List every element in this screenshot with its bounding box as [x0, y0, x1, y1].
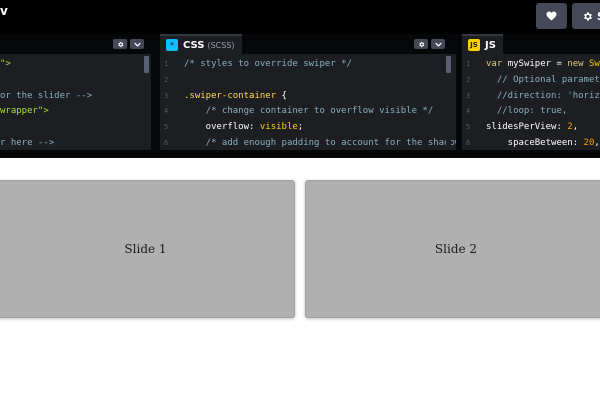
code-line: .swiper-container { — [184, 89, 456, 105]
code-line: spaceBetween: 20, — [486, 136, 600, 150]
code-token: or the slider --> — [0, 90, 93, 101]
code-line: /* change container to overflow visible … — [184, 104, 456, 120]
css-tab-label: CSS — [183, 39, 205, 51]
line-number: 2 — [164, 75, 169, 84]
tab-js[interactable]: JS JS — [462, 34, 503, 54]
code-line: overflow: visible; — [184, 120, 456, 136]
tab-css[interactable]: * CSS (SCSS) — [160, 34, 242, 54]
html-settings-button[interactable] — [113, 39, 127, 49]
code-token: overflow: — [184, 122, 260, 133]
js-editor[interactable]: JS JS 1234567 var mySwiper = new Swiper … — [462, 34, 600, 150]
code-token: spaceBetween: — [486, 137, 584, 148]
code-token: .swiper-container — [184, 90, 277, 101]
code-line: /* add enough padding to account for the… — [184, 136, 456, 150]
html-scrollbar[interactable] — [144, 56, 149, 148]
code-token: visible — [259, 122, 298, 133]
code-token: //direction: 'horizontal — [496, 90, 600, 101]
line-number: 2 — [466, 75, 471, 84]
css-collapse-button[interactable] — [431, 39, 445, 49]
code-token: Swiper — [588, 59, 600, 69]
top-bar: v S — [0, 0, 600, 34]
css-editor[interactable]: * CSS (SCSS) 1234567 /* styles to overri… — [160, 34, 456, 150]
line-number: 4 — [164, 107, 169, 116]
html-collapse-button[interactable] — [130, 39, 144, 49]
code-token: , — [594, 137, 600, 148]
html-scrollbar-thumb[interactable] — [144, 56, 149, 73]
page-title: v — [0, 4, 8, 18]
slide-2-label: Slide 2 — [434, 242, 478, 256]
slide-2[interactable]: Slide 2 — [305, 180, 600, 318]
css-scrollbar-thumb[interactable] — [446, 56, 451, 73]
code-token: /* styles to override swiper */ — [184, 59, 352, 69]
heart-icon — [546, 11, 557, 21]
code-token: { — [276, 90, 287, 101]
code-line: var mySwiper = new Swiper — [486, 57, 600, 73]
code-line: "> — [0, 57, 92, 73]
code-token: /* change container to overflow visible … — [184, 106, 434, 117]
css-badge-icon: * — [166, 39, 178, 51]
line-number: 5 — [164, 123, 169, 132]
slide-1-label: Slide 1 — [124, 242, 167, 256]
js-code-lines: var mySwiper = new Swiper // Optional pa… — [486, 57, 600, 150]
code-token: ; — [297, 122, 304, 133]
gear-icon — [117, 41, 123, 47]
code-line: or the slider --> — [0, 89, 92, 105]
gear-icon — [418, 41, 424, 47]
settings-button[interactable]: S — [572, 3, 600, 29]
code-token: new — [567, 59, 589, 69]
js-editor-header: JS JS — [462, 34, 600, 54]
code-line: //loop: true, — [486, 104, 600, 120]
slide-1[interactable]: Slide 1 — [0, 180, 295, 318]
like-button[interactable] — [536, 3, 567, 29]
code-token: var — [486, 59, 508, 69]
code-line: r here --> — [0, 136, 92, 150]
code-line: /* styles to override swiper */ — [184, 57, 456, 73]
code-line: slidesPerView: 2, — [486, 120, 600, 136]
line-number: 6 — [466, 138, 471, 147]
code-token: wrapper"> — [0, 106, 49, 117]
code-token: r here --> — [0, 137, 55, 148]
line-number: 3 — [466, 91, 471, 100]
slider-preview: Slide 1 Slide 2 — [0, 158, 600, 400]
js-badge-icon: JS — [468, 39, 480, 51]
code-token: //loop: true, — [486, 106, 568, 117]
css-code-lines: /* styles to override swiper */ .swiper-c… — [184, 57, 456, 150]
css-code-area[interactable]: 1234567 /* styles to override swiper */.… — [160, 54, 456, 150]
line-number: 1 — [164, 60, 169, 68]
chevron-down-icon — [434, 42, 442, 47]
code-token: // Optional parameters — [496, 74, 600, 85]
html-editor[interactable]: ">or the slider -->wrapper">r here -->r-… — [0, 34, 151, 150]
code-line: wrapper"> — [0, 104, 92, 120]
line-number: 1 — [466, 60, 471, 68]
css-scrollbar[interactable] — [446, 56, 451, 148]
line-number: 5 — [466, 123, 471, 132]
css-line-numbers: 1234567 — [164, 57, 184, 150]
code-token: 20 — [583, 137, 595, 148]
chevron-down-icon — [133, 42, 141, 47]
html-code-lines: ">or the slider -->wrapper">r here -->r-… — [0, 57, 92, 150]
code-token: "> — [0, 59, 11, 69]
css-settings-button[interactable] — [414, 39, 428, 49]
html-code-area[interactable]: ">or the slider -->wrapper">r here -->r-… — [0, 54, 151, 150]
code-line: //direction: 'horizontal — [486, 89, 600, 105]
code-token: slidesPerView: — [486, 122, 568, 133]
code-line: // Optional parameters — [486, 73, 600, 89]
code-token: mySwiper = — [507, 59, 568, 69]
code-token: , — [572, 122, 579, 133]
line-number: 3 — [164, 91, 169, 100]
line-number: 4 — [466, 107, 471, 116]
code-token: /* add enough padding to account for the… — [184, 137, 456, 148]
html-editor-header — [0, 34, 151, 54]
css-tab-sublabel: (SCSS) — [207, 40, 235, 50]
js-code-area[interactable]: 1234567 var mySwiper = new Swiper // Opt… — [462, 54, 600, 150]
line-number: 6 — [164, 138, 169, 147]
js-line-numbers: 1234567 — [466, 57, 486, 150]
js-tab-label: JS — [485, 39, 496, 51]
code-editors: ">or the slider -->wrapper">r here -->r-… — [0, 34, 600, 158]
gear-icon — [584, 11, 592, 21]
css-editor-header: * CSS (SCSS) — [160, 34, 456, 54]
